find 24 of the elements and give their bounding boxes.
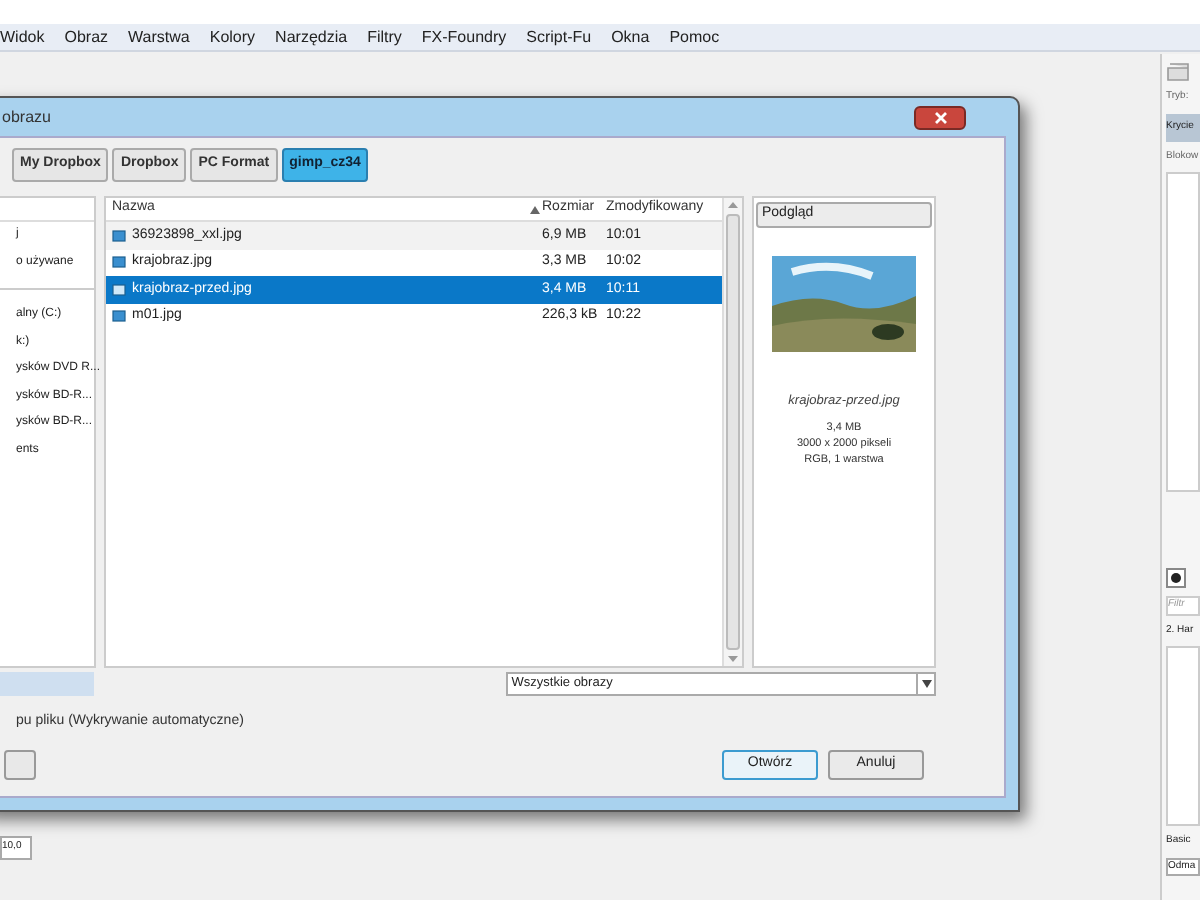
scrollbar-thumb[interactable] [726, 214, 740, 650]
menu-item[interactable]: Narzędzia [275, 25, 348, 49]
close-button[interactable] [914, 105, 966, 129]
menu-item[interactable]: Warstwa [128, 25, 190, 49]
menu-item[interactable]: Pomoc [669, 25, 720, 49]
menu-item[interactable]: Script-Fu [526, 25, 592, 49]
layers-icon[interactable] [1166, 62, 1190, 82]
close-icon [933, 111, 947, 123]
filename-field[interactable] [0, 672, 95, 696]
scroll-up-icon[interactable] [728, 198, 738, 214]
landscape-thumbnail [772, 256, 916, 352]
scrollbar[interactable] [722, 198, 742, 666]
menu-item[interactable]: Obraz [64, 25, 109, 49]
window-title: obrazu [2, 105, 51, 129]
brush-icon[interactable] [1166, 568, 1186, 588]
menu-item[interactable]: Kolory [209, 25, 256, 49]
help-button[interactable] [4, 749, 36, 779]
menu-item[interactable]: Widok [0, 25, 45, 49]
scroll-down-icon[interactable] [728, 650, 738, 666]
menu-item[interactable]: Okna [611, 25, 650, 49]
dropdown-arrow-icon [921, 680, 931, 688]
sort-arrow-icon [530, 205, 540, 213]
menu-item[interactable]: Filtry [367, 25, 402, 49]
menu-item[interactable]: FX-Foundry [421, 25, 507, 49]
